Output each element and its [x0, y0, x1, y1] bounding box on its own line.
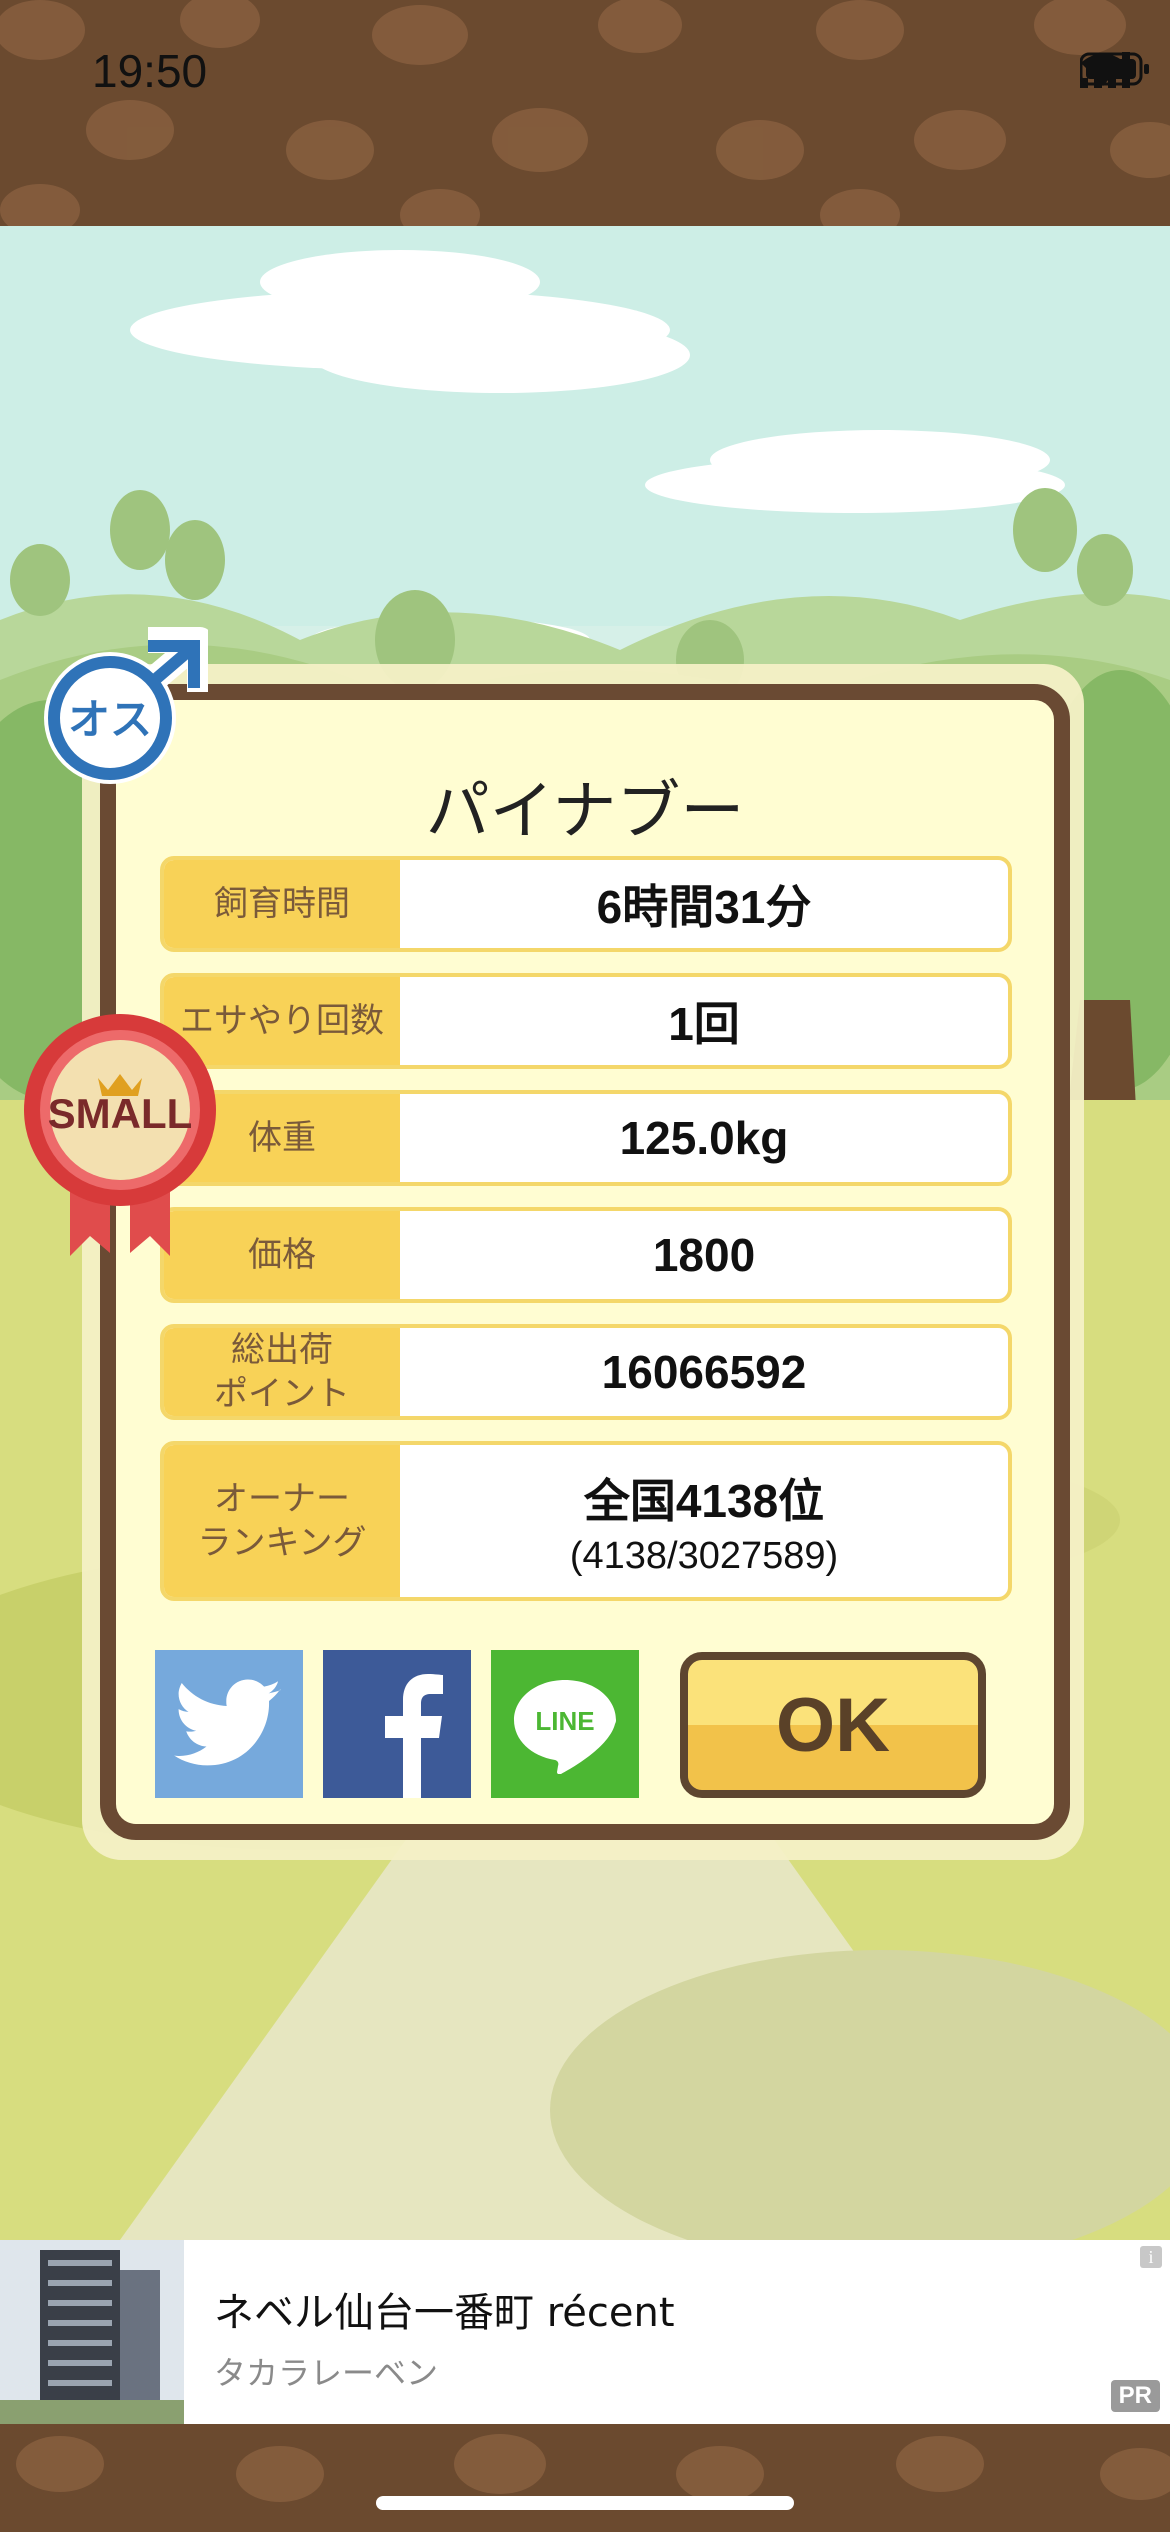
stat-label: オーナー ランキング: [164, 1445, 400, 1597]
bean-pattern: [0, 0, 1170, 226]
bottom-band: [0, 2424, 1170, 2532]
battery-icon: [1080, 52, 1149, 86]
ad-thumbnail[interactable]: [0, 2240, 184, 2424]
status-bar: 19:50: [0, 0, 1170, 226]
stat-row-feeding-count: エサやり回数 1回: [160, 973, 1012, 1069]
line-label: LINE: [535, 1706, 594, 1736]
stat-value: 6時間31分: [596, 881, 812, 933]
ok-button[interactable]: OK: [680, 1652, 986, 1798]
status-time: 19:50: [92, 45, 208, 97]
line-share-button[interactable]: LINE: [491, 1650, 639, 1798]
stat-value: 125.0kg: [619, 1112, 789, 1164]
facebook-share-button[interactable]: [323, 1650, 471, 1798]
stat-label: 飼育時間: [164, 860, 400, 948]
home-indicator[interactable]: [376, 2496, 794, 2510]
ad-advertiser: タカラレーベン: [214, 2354, 439, 2392]
twitter-share-button[interactable]: [155, 1650, 303, 1798]
pig-name-title: パイナブー: [425, 775, 745, 849]
stat-row-price: 価格 1800: [160, 1207, 1012, 1303]
stat-value: 16066592: [601, 1346, 807, 1398]
ad-info-icon[interactable]: i: [1140, 2246, 1162, 2268]
line-icon: LINE: [514, 1680, 616, 1774]
result-card: パイナブー 飼育時間 6時間31分 エサやり回数 1回 体重 125.0kg 価…: [100, 684, 1070, 1840]
male-symbol-icon: オス: [44, 627, 213, 784]
ad-title[interactable]: ネベル仙台一番町 récent: [214, 2280, 675, 2338]
male-gender-badge: オス: [38, 626, 213, 796]
facebook-icon: [385, 1674, 443, 1798]
ribbon-icon: SMALL: [24, 1014, 216, 1256]
stat-value: 1回: [668, 998, 740, 1050]
ranking-detail: (4138/3027589): [569, 1534, 839, 1577]
stat-label: 総出荷 ポイント: [164, 1328, 400, 1416]
size-ribbon-badge: SMALL: [20, 998, 220, 1268]
male-badge-label: オス: [68, 695, 152, 744]
bean-pattern: [16, 2434, 1170, 2502]
ok-button-label: OK: [776, 1682, 890, 1768]
ranking-main: 全国4138位: [583, 1474, 825, 1527]
ranking-value: 全国4138位 (4138/3027589): [400, 1445, 1008, 1597]
twitter-icon: [174, 1679, 282, 1766]
ad-banner[interactable]: ネベル仙台一番町 récent タカラレーベン i PR: [0, 2240, 1170, 2424]
size-badge-label: SMALL: [48, 1090, 193, 1137]
stat-row-shipping-points: 総出荷 ポイント 16066592: [160, 1324, 1012, 1420]
stat-value: 1800: [652, 1229, 756, 1281]
stat-row-breeding-time: 飼育時間 6時間31分: [160, 856, 1012, 952]
stat-row-owner-ranking: オーナー ランキング 全国4138位 (4138/3027589): [160, 1441, 1012, 1601]
building-image: [0, 2240, 184, 2424]
ad-pr-badge: PR: [1110, 2380, 1160, 2412]
stat-row-weight: 体重 125.0kg: [160, 1090, 1012, 1186]
